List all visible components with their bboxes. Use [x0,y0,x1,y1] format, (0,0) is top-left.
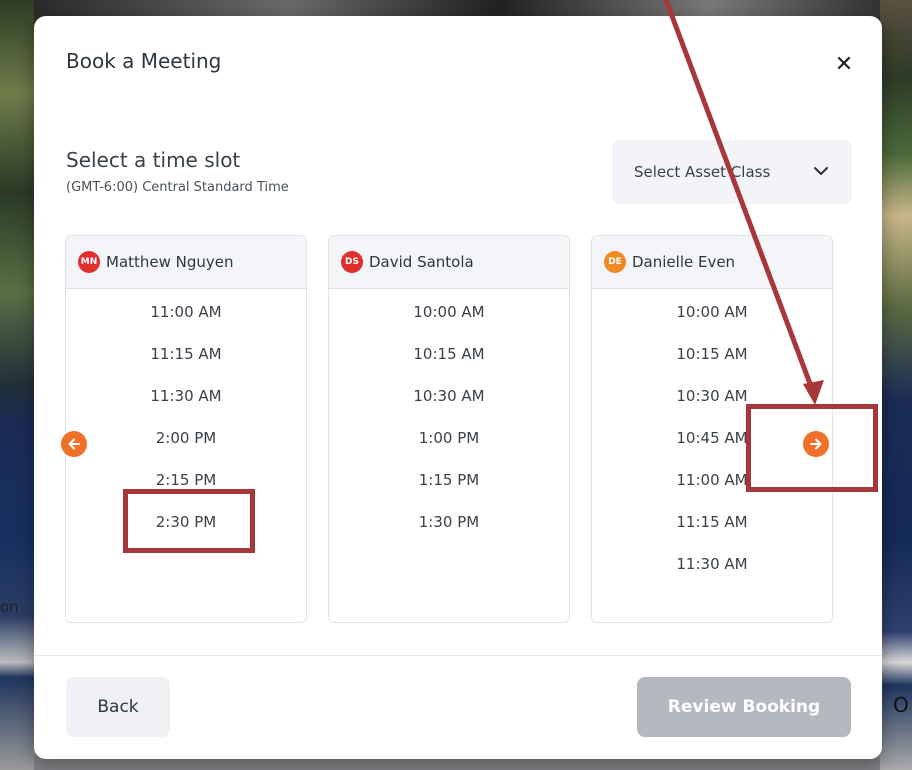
select-time-slot-heading: Select a time slot [66,148,241,172]
avatar: DE [604,251,626,273]
time-slot[interactable]: 11:00 AM [592,459,832,501]
host-header: MN Matthew Nguyen [66,236,306,289]
arrow-left-icon [68,438,80,450]
back-button[interactable]: Back [66,677,170,737]
book-meeting-modal: Book a Meeting ✕ Select a time slot (GMT… [34,16,882,759]
time-slot[interactable]: 10:30 AM [592,375,832,417]
time-slot[interactable]: 2:00 PM [66,417,306,459]
background-text-left: on [0,598,19,616]
modal-title: Book a Meeting [66,49,222,73]
time-slot[interactable]: 10:45 AM [592,417,832,459]
time-slot[interactable]: 11:00 AM [66,291,306,333]
host-name: Danielle Even [632,253,736,271]
time-slot[interactable]: 11:15 AM [66,333,306,375]
host-column-matthew-nguyen: MN Matthew Nguyen 11:00 AM 11:15 AM 11:3… [65,235,307,623]
time-slot[interactable]: 10:15 AM [329,333,569,375]
background-top-strip [34,0,880,16]
avatar: DS [341,251,363,273]
time-slot[interactable]: 11:30 AM [592,543,832,585]
close-icon[interactable]: ✕ [832,52,856,77]
time-slot[interactable]: 2:15 PM [66,459,306,501]
timezone-label: (GMT-6:00) Central Standard Time [66,180,289,195]
asset-class-dropdown[interactable]: Select Asset Class [612,140,852,204]
time-slot[interactable]: 1:00 PM [329,417,569,459]
background-right-strip [880,0,912,770]
next-page-button[interactable] [803,431,829,457]
time-slot[interactable]: 10:30 AM [329,375,569,417]
time-slot[interactable]: 10:00 AM [329,291,569,333]
prev-page-button[interactable] [61,431,87,457]
host-column-danielle-even: DE Danielle Even 10:00 AM 10:15 AM 10:30… [591,235,833,623]
host-header: DS David Santola [329,236,569,289]
asset-class-label: Select Asset Class [634,163,771,181]
time-slot[interactable]: 11:15 AM [592,501,832,543]
time-slot[interactable]: 2:30 PM [66,501,306,543]
host-column-david-santola: DS David Santola 10:00 AM 10:15 AM 10:30… [328,235,570,623]
host-name: Matthew Nguyen [106,253,234,271]
time-slot[interactable]: 10:00 AM [592,291,832,333]
time-slot[interactable]: 11:30 AM [66,375,306,417]
background-left-strip [0,0,34,770]
host-name: David Santola [369,253,474,271]
footer-divider [34,655,882,656]
time-slot[interactable]: 10:15 AM [592,333,832,375]
time-slot[interactable]: 1:15 PM [329,459,569,501]
background-text-right: O [893,693,909,717]
time-slot[interactable]: 1:30 PM [329,501,569,543]
chevron-down-icon [814,167,828,175]
avatar: MN [78,251,100,273]
arrow-right-icon [810,438,822,450]
review-booking-button[interactable]: Review Booking [637,677,851,737]
host-header: DE Danielle Even [592,236,832,289]
